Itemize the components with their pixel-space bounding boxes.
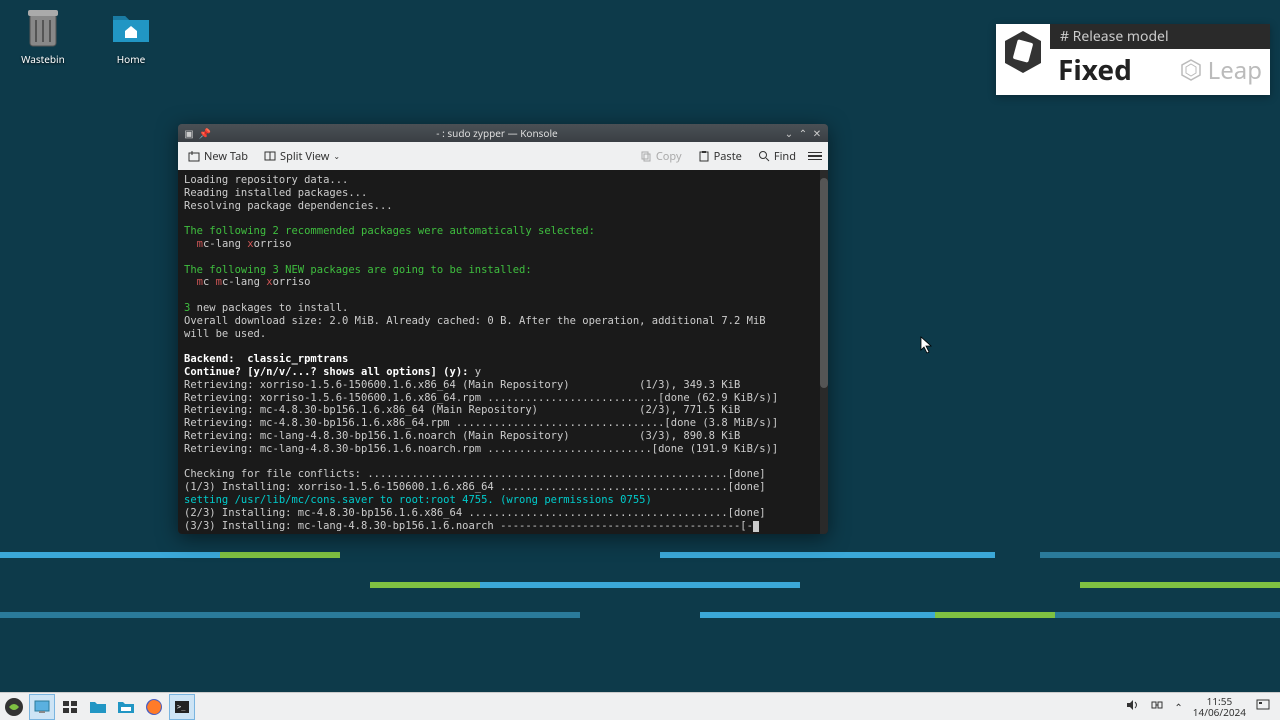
taskbar-activities[interactable] [57,694,83,720]
close-button[interactable]: ✕ [810,126,824,140]
find-button[interactable]: Find [754,147,800,166]
minimize-button[interactable]: ⌄ [782,126,796,140]
mouse-cursor [920,336,934,359]
terminal-output[interactable]: Loading repository data...Reading instal… [178,170,828,534]
taskbar-dolphin[interactable] [113,694,139,720]
search-icon [758,150,770,162]
copy-button[interactable]: Copy [636,147,686,166]
wastebin-icon[interactable]: Wastebin [18,8,68,66]
trash-icon [23,8,63,48]
expand-tray-icon[interactable]: ⌃ [1174,700,1182,714]
release-main: Fixed [1058,51,1180,89]
home-icon[interactable]: Home [106,8,156,66]
svg-text:>_: >_ [177,703,186,711]
network-icon[interactable] [1150,699,1164,714]
hamburger-menu[interactable] [808,152,822,161]
taskbar: >_ ⌃ 11:55 14/06/2024 [0,692,1280,720]
release-brand: Leap [1180,54,1262,87]
scrollbar-thumb[interactable] [820,178,828,388]
taskbar-desktop[interactable] [29,694,55,720]
titlebar[interactable]: ▣ 📌 - : sudo zypper — Konsole ⌄ ⌃ ✕ [178,124,828,142]
pin-icon[interactable]: 📌 [198,126,212,140]
window-title: - : sudo zypper — Konsole [212,126,782,140]
app-menu-icon[interactable]: ▣ [182,126,196,140]
desktop-icons: Wastebin Home [18,8,156,66]
wastebin-label: Wastebin [21,52,65,66]
copy-icon [640,150,652,162]
scrollbar[interactable] [820,170,828,534]
hex-icon [996,24,1050,84]
taskbar-files[interactable] [85,694,111,720]
taskbar-konsole[interactable]: >_ [169,694,195,720]
paste-button[interactable]: Paste [694,147,746,166]
clock[interactable]: 11:55 14/06/2024 [1193,696,1246,718]
split-view-button[interactable]: Split View ⌄ [260,147,344,166]
new-tab-button[interactable]: New Tab [184,147,252,166]
chevron-down-icon: ⌄ [333,151,340,162]
release-badge: # Release model Fixed Leap [996,24,1270,95]
paste-icon [698,150,710,162]
start-menu-button[interactable] [1,694,27,720]
deco-bars [0,552,1280,642]
split-view-icon [264,150,276,162]
show-desktop-icon[interactable] [1256,699,1270,714]
new-tab-icon [188,150,200,162]
toolbar: New Tab Split View ⌄ Copy Paste Find [178,142,828,170]
maximize-button[interactable]: ⌃ [796,126,810,140]
folder-icon [111,8,151,48]
release-header: # Release model [1050,24,1270,49]
volume-icon[interactable] [1126,699,1140,714]
systray: ⌃ 11:55 14/06/2024 [1126,696,1280,718]
konsole-window: ▣ 📌 - : sudo zypper — Konsole ⌄ ⌃ ✕ New … [178,124,828,534]
taskbar-firefox[interactable] [141,694,167,720]
home-label: Home [117,52,145,66]
